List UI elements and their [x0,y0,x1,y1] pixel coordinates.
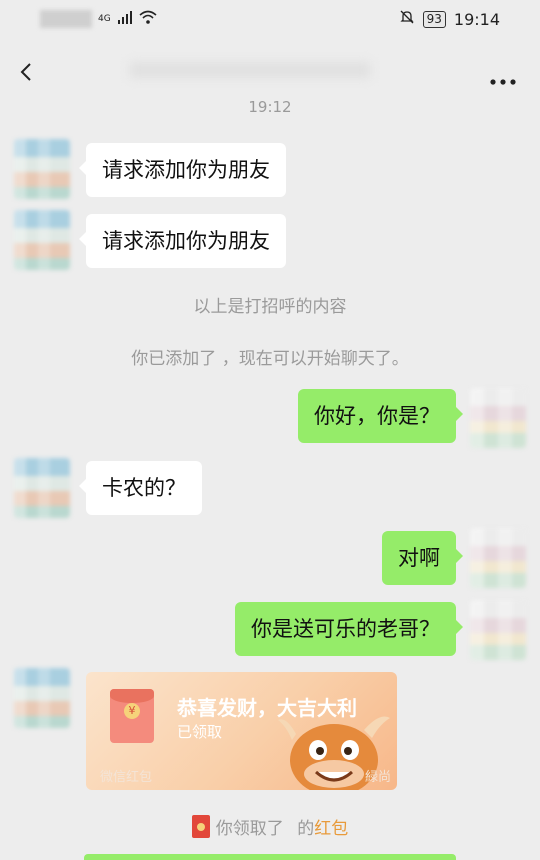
red-packet-small-icon [191,815,210,838]
status-left: 4G [40,9,157,28]
back-button[interactable] [16,60,40,84]
red-packet-card[interactable]: ¥ 恭喜发财，大吉大利 已领取 微信红包 緑尚 [86,672,397,790]
message-bubble-sent[interactable]: 对啊 [382,531,463,585]
system-note: 以上是打招呼的内容 [193,297,347,317]
battery-level: 93 [422,10,446,28]
my-avatar[interactable] [470,388,526,448]
network-type-label: 4G [98,13,111,24]
partial-message-bubble-sent[interactable] [84,854,456,860]
clock: 19:14 [453,9,500,29]
red-packet-cover-label: 緑尚 [364,770,391,785]
more-dots-icon [490,79,516,85]
coin-icon: ¥ [124,703,140,719]
message-bubble-received[interactable]: 卡农的？ [79,461,202,515]
carrier-redacted [40,9,92,28]
notice-prefix: 你领取了 [215,819,284,839]
mute-bell-icon [399,9,415,29]
red-packet-received-notice: 你领取了 的红包 [0,814,540,839]
wifi-icon [139,9,157,28]
red-envelope-icon: ¥ [110,689,154,743]
more-options-button[interactable] [490,70,516,85]
contact-avatar[interactable] [14,458,70,518]
message-bubble-received[interactable]: 请求添加你为朋友 [79,143,286,197]
chat-header [0,40,540,104]
status-bar: 4G 93 19:14 [0,0,540,40]
chevron-left-icon [20,63,31,81]
message-bubble-sent[interactable]: 你好，你是？ [298,389,463,443]
my-avatar[interactable] [470,528,526,588]
signal-icon [117,9,133,28]
red-packet-link[interactable]: 红包 [314,819,348,839]
red-packet-footer: 微信红包 [100,770,153,785]
contact-name-redacted [130,62,370,78]
message-bubble-received[interactable]: 请求添加你为朋友 [79,214,286,268]
contact-avatar[interactable] [14,139,70,199]
red-packet-title: 恭喜发财，大吉大利 [177,696,357,720]
chat-timestamp: 19:12 [248,98,292,116]
status-right: 93 19:14 [399,9,500,29]
red-packet-status: 已领取 [177,723,223,741]
system-note: 你已添加了 ，现在可以开始聊天了。 [131,349,409,369]
contact-avatar[interactable] [14,210,70,270]
message-bubble-sent[interactable]: 你是送可乐的老哥？ [235,602,463,656]
notice-middle: 的 [291,819,315,839]
contact-avatar[interactable] [14,668,70,728]
my-avatar[interactable] [470,600,526,660]
